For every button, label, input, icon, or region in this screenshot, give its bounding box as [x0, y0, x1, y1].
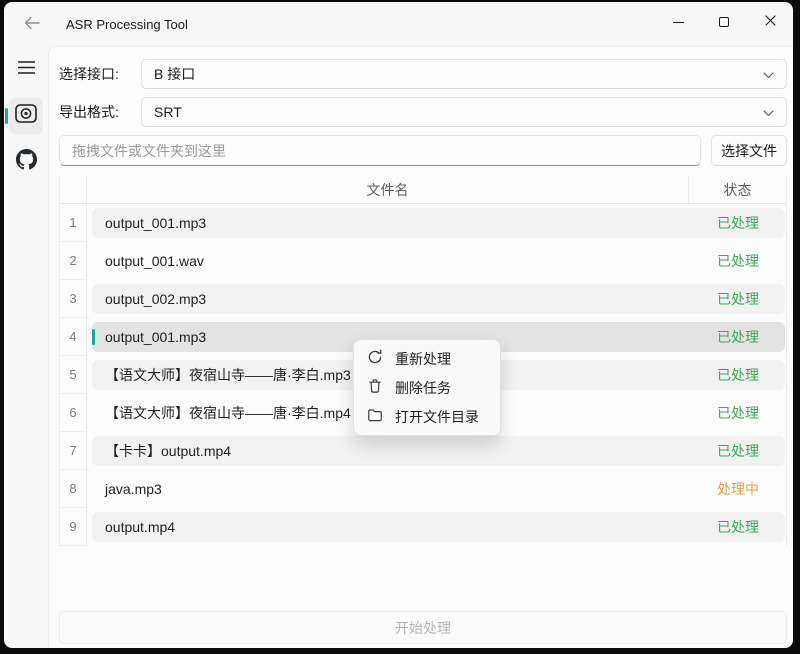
sidebar-item-github[interactable] — [9, 144, 43, 180]
format-label: 导出格式: — [59, 102, 141, 122]
chevron-down-icon — [763, 66, 774, 82]
row-index: 5 — [60, 356, 87, 394]
title-bar: ASR Processing Tool — [4, 2, 793, 46]
format-row: 导出格式: SRT — [59, 97, 787, 127]
nav-menu-button[interactable] — [9, 52, 43, 88]
github-icon — [16, 149, 37, 175]
row-body: java.mp3 处理中 — [92, 474, 785, 504]
table-header: 文件名 状态 — [60, 176, 786, 204]
row-filename: output_001.wav — [92, 253, 691, 269]
row-body: output_002.mp3 已处理 — [92, 284, 785, 314]
menu-item-reprocess[interactable]: 重新处理 — [358, 344, 496, 373]
refresh-icon — [367, 349, 383, 368]
header-status: 状态 — [689, 180, 786, 200]
choose-file-button[interactable]: 选择文件 — [711, 135, 787, 166]
interface-row: 选择接口: B 接口 — [59, 59, 787, 89]
table-row[interactable]: 1 output_001.mp3 已处理 — [60, 204, 786, 242]
window-controls — [655, 2, 793, 42]
app-window: ASR Processing Tool — [4, 2, 793, 648]
row-index: 4 — [60, 318, 87, 356]
row-filename: java.mp3 — [92, 481, 691, 497]
table-row[interactable]: 7 【卡卡】output.mp4 已处理 — [60, 432, 786, 470]
menu-item-label: 重新处理 — [395, 349, 451, 369]
row-body: output_001.mp3 已处理 — [92, 208, 785, 238]
table-row[interactable]: 8 java.mp3 处理中 — [60, 470, 786, 508]
row-index: 6 — [60, 394, 87, 432]
window-title: ASR Processing Tool — [66, 17, 188, 32]
context-menu: 重新处理 删除任务 打开文件目录 — [353, 339, 501, 436]
folder-icon — [367, 407, 383, 426]
chevron-down-icon — [763, 104, 774, 120]
row-filename: output.mp4 — [92, 519, 691, 535]
menu-item-label: 打开文件目录 — [395, 407, 479, 427]
interface-select[interactable]: B 接口 — [141, 59, 787, 89]
menu-icon — [18, 61, 35, 79]
drop-files-input[interactable] — [59, 135, 701, 166]
row-status-badge: 处理中 — [691, 479, 785, 499]
row-body: 【卡卡】output.mp4 已处理 — [92, 436, 785, 466]
row-index: 2 — [60, 242, 87, 280]
row-index: 3 — [60, 280, 87, 318]
row-status-badge: 已处理 — [691, 517, 785, 537]
interface-select-value: B 接口 — [154, 64, 763, 84]
row-filename: 【卡卡】output.mp4 — [92, 441, 691, 461]
row-index: 9 — [60, 508, 87, 546]
row-status-badge: 已处理 — [691, 289, 785, 309]
row-status-badge: 已处理 — [691, 441, 785, 461]
table-row[interactable]: 2 output_001.wav 已处理 — [60, 242, 786, 280]
app-logo-icon — [15, 104, 37, 128]
row-status-badge: 已处理 — [691, 403, 785, 423]
row-status-badge: 已处理 — [691, 365, 785, 385]
minimize-icon — [673, 22, 684, 23]
format-select-value: SRT — [154, 104, 763, 120]
maximize-button[interactable] — [701, 2, 747, 42]
trash-icon — [367, 378, 383, 397]
menu-item-label: 删除任务 — [395, 378, 451, 398]
row-index: 8 — [60, 470, 87, 508]
close-icon — [765, 13, 776, 31]
row-filename: output_001.mp3 — [92, 215, 691, 231]
row-index: 7 — [60, 432, 87, 470]
minimize-button[interactable] — [655, 2, 701, 42]
selection-indicator — [5, 108, 8, 124]
menu-item-open-folder[interactable]: 打开文件目录 — [358, 402, 496, 431]
row-status-badge: 已处理 — [691, 213, 785, 233]
sidebar — [4, 46, 48, 648]
file-input-row: 选择文件 — [59, 135, 787, 166]
close-button[interactable] — [747, 2, 793, 42]
start-processing-button[interactable]: 开始处理 — [59, 611, 787, 644]
header-filename: 文件名 — [87, 176, 689, 203]
row-body: output_001.wav 已处理 — [92, 246, 785, 276]
maximize-icon — [719, 17, 729, 27]
row-selection-indicator — [92, 329, 95, 345]
row-status-badge: 已处理 — [691, 327, 785, 347]
row-status-badge: 已处理 — [691, 251, 785, 271]
row-body: output.mp4 已处理 — [92, 512, 785, 542]
sidebar-item-asr[interactable] — [9, 98, 43, 134]
header-index — [60, 176, 87, 203]
format-select[interactable]: SRT — [141, 97, 787, 127]
content-pane: 选择接口: B 接口 导出格式: SRT — [48, 46, 793, 648]
menu-item-delete[interactable]: 删除任务 — [358, 373, 496, 402]
row-filename: output_002.mp3 — [92, 291, 691, 307]
row-index: 1 — [60, 204, 87, 242]
interface-label: 选择接口: — [59, 64, 141, 84]
back-arrow-icon — [24, 16, 40, 33]
table-row[interactable]: 9 output.mp4 已处理 — [60, 508, 786, 546]
table-row[interactable]: 3 output_002.mp3 已处理 — [60, 280, 786, 318]
back-button[interactable] — [16, 8, 48, 40]
